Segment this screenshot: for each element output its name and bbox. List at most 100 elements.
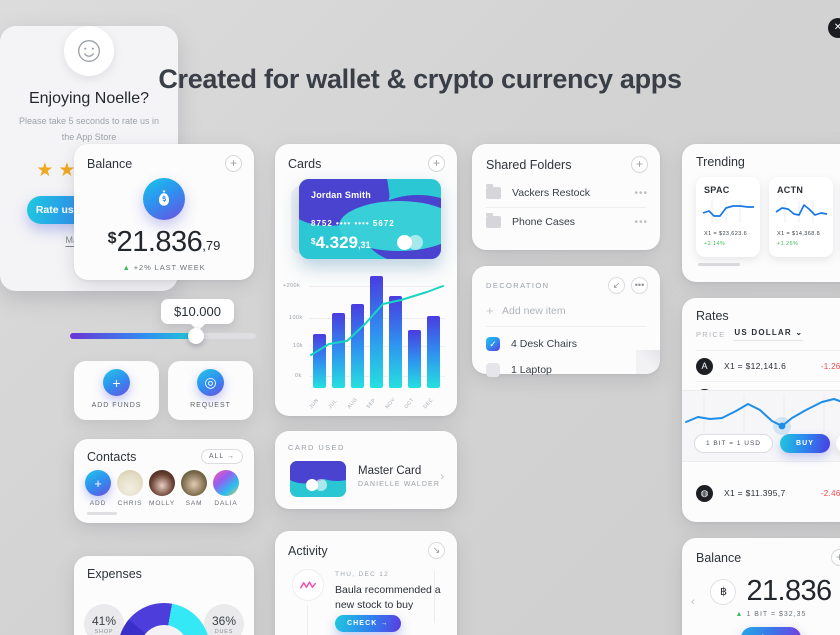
request-label: REQUEST — [190, 402, 231, 409]
mini-credit-card — [290, 461, 346, 497]
slider-knob[interactable] — [188, 328, 204, 344]
trending-list[interactable]: SPAC X1 = $23,623.6 +2.14% ACTN X1 = $14… — [682, 169, 840, 257]
request-button[interactable]: ◎ REQUEST — [168, 361, 253, 420]
rates-title: Rates — [696, 309, 729, 323]
arrow-down-right-icon[interactable]: ↘ — [428, 542, 445, 559]
rates-card: Rates PRICE US DOLLAR ⌄ A X1 = $12,141.6… — [682, 298, 840, 522]
card-used-owner: DANIELLE WALDER — [358, 481, 440, 488]
trending-title: Trending — [696, 155, 745, 169]
star-icon[interactable]: ★ — [36, 159, 53, 182]
shared-folders-header: Shared Folders + — [472, 144, 660, 173]
cards-header: Cards + — [275, 144, 457, 172]
expenses-card: Expenses 41% SHOP 36% DUES — [74, 556, 254, 635]
credit-card[interactable]: Jordan Smith 8752 •••• •••• 5672 $4.329,… — [299, 179, 441, 259]
table-row[interactable]: Vackers Restock ••• — [472, 179, 660, 207]
plus-icon: + — [103, 369, 130, 396]
chart-trend-line — [310, 285, 444, 356]
buy-button[interactable]: BUY — [780, 434, 831, 453]
list-item[interactable]: ACTN X1 = $14,368.8 +1.26% — [769, 177, 833, 257]
contact-name: MOLLY — [149, 500, 176, 507]
contacts-all-button[interactable]: ALL → — [200, 449, 243, 464]
list-item[interactable]: CHRIS — [117, 470, 143, 507]
list-item[interactable]: SPAC X1 = $23,623.6 +2.14% — [696, 177, 760, 257]
list-item[interactable]: SAM — [181, 470, 207, 507]
table-row[interactable]: A X1 = $12,141.6 -1.26% — [682, 351, 840, 381]
balance-amount: $21.836,79 — [74, 226, 254, 259]
expenses-title: Expenses — [87, 567, 142, 581]
avatar[interactable] — [149, 470, 175, 496]
arrow-down-left-icon[interactable]: ↙ — [608, 277, 625, 294]
horizontal-scrollbar[interactable] — [698, 263, 740, 266]
card-holder-name: Jordan Smith — [311, 190, 371, 200]
ellipsis-icon[interactable]: ••• — [631, 277, 648, 294]
ticker-change: +1.26% — [777, 241, 799, 247]
list-item[interactable]: DALIA — [213, 470, 239, 507]
plus-icon[interactable]: + — [831, 549, 840, 566]
currency-value: US DOLLAR — [734, 328, 792, 337]
amount-slider[interactable] — [70, 328, 256, 344]
rates-currency-selector[interactable]: PRICE US DOLLAR ⌄ — [682, 323, 840, 341]
pair-pill[interactable]: 1 BIT = 1 USD — [694, 434, 773, 453]
contacts-header: Contacts ALL → — [74, 439, 254, 464]
expenses-shop-bubble: 41% SHOP — [84, 604, 124, 635]
chevron-right-icon[interactable]: › — [440, 471, 444, 483]
currency-dropdown[interactable]: US DOLLAR ⌄ — [734, 328, 804, 341]
mastercard-icon — [397, 235, 427, 250]
activity-header: Activity ↘ — [275, 531, 457, 559]
add-contact-avatar[interactable]: + — [85, 470, 111, 496]
activity-text: Baula recommended a new stock to buy — [335, 584, 441, 612]
ellipsis-icon[interactable]: ••• — [634, 188, 648, 199]
avatar[interactable] — [213, 470, 239, 496]
arrow-right-icon: → — [380, 620, 389, 627]
money-bag-icon — [143, 178, 185, 220]
table-row[interactable]: Phone Cases ••• — [472, 208, 660, 236]
balance-currency: $ — [107, 230, 117, 247]
avatar[interactable] — [117, 470, 143, 496]
checkbox-checked[interactable]: ✓ — [486, 337, 500, 351]
plus-icon[interactable]: + — [225, 155, 242, 172]
plus-icon[interactable]: + — [631, 156, 648, 173]
card-number: 8752 •••• •••• 5672 — [311, 219, 395, 228]
decoration-header: DECORATION ↙ ••• — [472, 266, 660, 294]
check-button[interactable]: CHECK → — [335, 615, 401, 632]
dues-percent: 36% — [211, 613, 237, 628]
add-new-item-row[interactable]: + Add new item — [472, 294, 660, 318]
trend-up-icon: ▲ — [122, 263, 131, 272]
balance-bottom-trend: ▲ 1 BIT = $32,35 — [682, 611, 840, 618]
sparkline-chart — [775, 201, 828, 223]
bitcoin-icon: ฿ — [710, 578, 737, 605]
contacts-avatar-list: + ADD CHRIS MOLLY SAM DALIA — [74, 464, 254, 507]
list-item[interactable]: + ADD — [85, 470, 111, 507]
activity-date: THU, DEC 12 — [335, 571, 390, 578]
table-row[interactable]: ◍ X1 = $11.395,7 -2.46% — [682, 478, 840, 508]
shop-percent: 41% — [91, 613, 117, 628]
plus-minus-toggle[interactable]: + − — [741, 627, 801, 635]
checkbox-unchecked[interactable] — [486, 363, 500, 377]
card-used-card[interactable]: CARD USED Master Card DANIELLE WALDER › — [275, 431, 457, 509]
mastercard-icon — [306, 479, 330, 491]
expenses-donut-chart — [118, 603, 210, 635]
list-item[interactable]: 1 Laptop — [472, 357, 660, 383]
rate-line-chart — [685, 394, 840, 435]
ellipsis-icon[interactable]: ••• — [634, 217, 648, 228]
balance-title: Balance — [87, 156, 133, 171]
add-funds-button[interactable]: + ADD FUNDS — [74, 361, 159, 420]
balance-bottom-card: Balance + ‹ ฿ 21.836 ▲ 1 BIT = $32,35 + … — [682, 538, 840, 635]
rating-description: Please take 5 seconds to rate us in the … — [18, 116, 160, 142]
slider-fill — [70, 333, 196, 339]
balance-bottom-trend-text: 1 BIT = $32,35 — [746, 611, 807, 618]
chevron-left-icon[interactable]: ‹ — [691, 596, 695, 608]
star-icon[interactable]: ★ — [58, 159, 75, 182]
list-item[interactable]: MOLLY — [149, 470, 175, 507]
rate-value: X1 = $12,141.6 — [724, 361, 787, 371]
list-item[interactable]: ✓ 4 Desk Chairs — [472, 331, 660, 357]
trend-up-icon: ▲ — [735, 611, 744, 618]
todo-text: 4 Desk Chairs — [511, 338, 577, 350]
scroll-handle[interactable] — [87, 512, 117, 515]
close-icon[interactable]: ✕ — [828, 18, 840, 38]
folder-name: Phone Cases — [512, 216, 576, 228]
avatar[interactable] — [181, 470, 207, 496]
add-funds-label: ADD FUNDS — [91, 402, 142, 409]
plus-icon[interactable]: + — [428, 155, 445, 172]
request-circle-icon: ◎ — [197, 369, 224, 396]
